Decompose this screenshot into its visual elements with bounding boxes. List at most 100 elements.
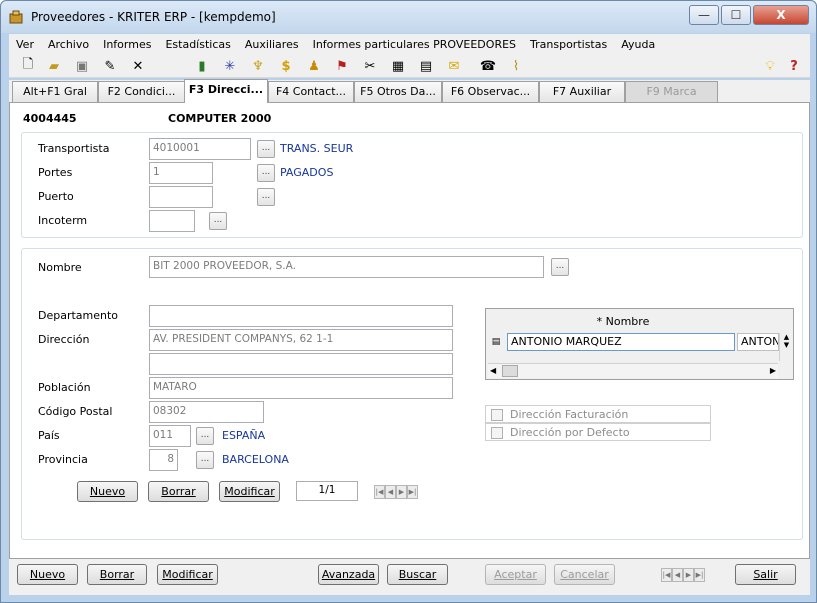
direccion-defecto-checkbox[interactable]: Dirección por Defecto bbox=[485, 423, 711, 441]
prev-record-icon[interactable]: ◀ bbox=[672, 568, 683, 582]
nombre-lookup-button[interactable]: ... bbox=[551, 258, 569, 276]
address-modify-button[interactable]: Modificar bbox=[219, 481, 280, 502]
tools-icon[interactable]: ✂ bbox=[361, 57, 379, 75]
delete-icon[interactable]: ✕ bbox=[129, 57, 147, 75]
tab-contactos[interactable]: F4 Contact... bbox=[268, 81, 354, 102]
puerto-lookup-button[interactable]: ... bbox=[257, 188, 275, 206]
phone-icon[interactable]: ☎ bbox=[479, 57, 497, 75]
pais-name: ESPAÑA bbox=[222, 429, 266, 442]
direccion-line2-field[interactable] bbox=[149, 353, 453, 375]
delete-button[interactable]: Borrar bbox=[87, 564, 147, 585]
mail-icon[interactable]: ✉ bbox=[445, 57, 463, 75]
direccion-field[interactable]: AV. PRESIDENT COMPANYS, 62 1-1 bbox=[149, 329, 453, 351]
grid-cell-nombre[interactable]: ANTONIO MARQUEZ bbox=[507, 333, 735, 351]
supplier-code: 4004445 bbox=[23, 112, 77, 125]
help-icon[interactable]: ? bbox=[785, 57, 803, 75]
menu-auxiliares[interactable]: Auxiliares bbox=[238, 38, 306, 51]
poblacion-field[interactable]: MATARO bbox=[149, 377, 453, 399]
chart-icon[interactable]: ⚑ bbox=[333, 57, 351, 75]
address-delete-button[interactable]: Borrar bbox=[148, 481, 209, 502]
last-record-icon[interactable]: ▶| bbox=[407, 485, 418, 499]
transportista-lookup-button[interactable]: ... bbox=[257, 140, 275, 158]
grid-vertical-scrollbar[interactable]: ▲ ▼ bbox=[779, 333, 793, 361]
nombre-field[interactable]: BIT 2000 PROVEEDOR, S.A. bbox=[149, 256, 544, 278]
menu-informes-particulares[interactable]: Informes particulares PROVEEDORES bbox=[306, 38, 523, 51]
minimize-button[interactable]: — bbox=[689, 5, 719, 25]
pais-lookup-button[interactable]: ... bbox=[196, 427, 214, 445]
next-record-icon[interactable]: ▶ bbox=[396, 485, 407, 499]
portes-label: Portes bbox=[38, 166, 73, 179]
accept-button[interactable]: Aceptar bbox=[485, 564, 546, 585]
stamp-icon[interactable]: ♟ bbox=[305, 57, 323, 75]
incoterm-label: Incoterm bbox=[38, 214, 88, 227]
next-record-icon[interactable]: ▶ bbox=[683, 568, 694, 582]
tab-otros-datos[interactable]: F5 Otros Da... bbox=[354, 81, 442, 102]
menu-archivo[interactable]: Archivo bbox=[41, 38, 96, 51]
tab-strip: Alt+F1 Gral F2 Condici... F3 Direcci... … bbox=[9, 79, 810, 103]
menu-estadisticas[interactable]: Estadísticas bbox=[158, 38, 237, 51]
provincia-lookup-button[interactable]: ... bbox=[196, 451, 214, 469]
advanced-search-button[interactable]: Avanzada bbox=[318, 564, 379, 585]
first-record-icon[interactable]: |◀ bbox=[374, 485, 385, 499]
open-folder-icon[interactable]: ▰ bbox=[45, 57, 63, 75]
edit-icon[interactable]: ✎ bbox=[101, 57, 119, 75]
portes-name: PAGADOS bbox=[280, 166, 334, 179]
maximize-button[interactable]: ☐ bbox=[721, 5, 751, 25]
toolbar: 🗋 ▰ ▣ ✎ ✕ ▮ ✳ ♆ $ ♟ ⚑ ✂ ▦ ▤ ✉ ☎ ⌇ 💡︎ ? bbox=[9, 54, 810, 78]
cancel-button[interactable]: Cancelar bbox=[554, 564, 615, 585]
exit-button[interactable]: Salir bbox=[735, 564, 796, 585]
tab-observaciones[interactable]: F6 Observac... bbox=[442, 81, 539, 102]
nombre-label: Nombre bbox=[38, 261, 82, 274]
book-icon[interactable]: ▮ bbox=[193, 57, 211, 75]
transport-group bbox=[21, 132, 803, 238]
new-document-icon[interactable]: 🗋 bbox=[19, 57, 37, 75]
portes-lookup-button[interactable]: ... bbox=[257, 164, 275, 182]
menu-transportistas[interactable]: Transportistas bbox=[523, 38, 614, 51]
transportista-name: TRANS. SEUR bbox=[280, 142, 354, 155]
bottom-button-bar: Nuevo Borrar Modificar Avanzada Buscar A… bbox=[9, 559, 810, 595]
bulb-icon[interactable]: 💡︎ bbox=[761, 57, 779, 75]
departamento-field[interactable] bbox=[149, 305, 453, 327]
last-record-icon[interactable]: ▶| bbox=[694, 568, 705, 582]
incoterm-field[interactable] bbox=[149, 210, 195, 232]
tab-auxiliar[interactable]: F7 Auxiliar bbox=[539, 81, 625, 102]
codigo-postal-field[interactable]: 08302 bbox=[149, 401, 264, 423]
provincia-name: BARCELONA bbox=[222, 453, 289, 466]
provincia-label: Provincia bbox=[38, 453, 88, 466]
incoterm-lookup-button[interactable]: ... bbox=[209, 212, 227, 230]
poblacion-label: Población bbox=[38, 381, 91, 394]
trophy-icon[interactable]: ♆ bbox=[249, 57, 267, 75]
content-panel: 4004445 COMPUTER 2000 Transportista 4010… bbox=[9, 102, 810, 559]
pais-label: País bbox=[38, 429, 60, 442]
save-icon[interactable]: ▣ bbox=[73, 57, 91, 75]
paperclip-icon[interactable]: ⌇ bbox=[507, 57, 525, 75]
title-bar: Proveedores - KRITER ERP - [kempdemo] — … bbox=[1, 1, 816, 33]
tab-general[interactable]: Alt+F1 Gral bbox=[12, 81, 98, 102]
portes-field[interactable]: 1 bbox=[149, 162, 213, 184]
search-button[interactable]: Buscar bbox=[387, 564, 448, 585]
table-icon[interactable]: ▦ bbox=[389, 57, 407, 75]
tab-direcciones[interactable]: F3 Direcci... bbox=[184, 79, 268, 103]
grid-horizontal-scrollbar[interactable]: ◀ ▶ bbox=[488, 363, 778, 378]
menu-ayuda[interactable]: Ayuda bbox=[614, 38, 662, 51]
tab-marca: F9 Marca bbox=[625, 81, 718, 102]
new-button[interactable]: Nuevo bbox=[17, 564, 78, 585]
modify-button[interactable]: Modificar bbox=[157, 564, 218, 585]
menu-ver[interactable]: Ver bbox=[9, 38, 41, 51]
grid-cell-next[interactable]: ANTON bbox=[737, 333, 779, 351]
address-new-button[interactable]: Nuevo bbox=[77, 481, 138, 502]
puerto-field[interactable] bbox=[149, 186, 213, 208]
transportista-field[interactable]: 4010001 bbox=[149, 138, 251, 160]
first-record-icon[interactable]: |◀ bbox=[661, 568, 672, 582]
prev-record-icon[interactable]: ◀ bbox=[385, 485, 396, 499]
report-icon[interactable]: ▤ bbox=[417, 57, 435, 75]
dollar-icon[interactable]: $ bbox=[277, 57, 295, 75]
pais-field[interactable]: 011 bbox=[149, 425, 191, 447]
grid-header-nombre[interactable]: * Nombre bbox=[508, 313, 738, 331]
provincia-field[interactable]: 8 bbox=[149, 449, 178, 471]
direccion-facturacion-checkbox[interactable]: Dirección Facturación bbox=[485, 405, 711, 423]
asterisk-icon[interactable]: ✳ bbox=[221, 57, 239, 75]
tab-condiciones[interactable]: F2 Condici... bbox=[98, 81, 185, 102]
close-button[interactable]: X bbox=[753, 5, 809, 25]
menu-informes[interactable]: Informes bbox=[96, 38, 158, 51]
